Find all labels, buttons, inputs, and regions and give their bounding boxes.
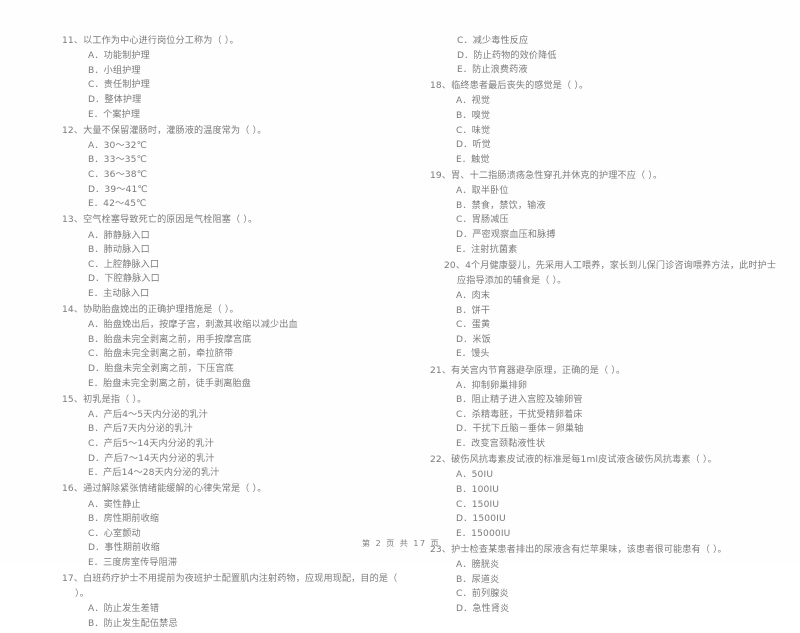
question-stem: 20、4个月健康婴儿，先采用人工喂养，家长到儿保门诊咨询喂养方法，此时护士应指导…: [444, 260, 777, 286]
option-c: C．胎盘未完全剥离之前，牵拉脐带: [88, 349, 234, 360]
option-c: C．上腔静脉入口: [88, 259, 160, 270]
option-c: C．味觉: [456, 125, 491, 136]
option-e: E．产后14～28天内分泌的乳汁: [88, 468, 220, 479]
option-a: A．肺静脉入口: [88, 230, 150, 241]
question-stem: 14、协助胎盘娩出的正确护理措施是（ ）。: [62, 305, 239, 316]
right-column: C．减少毒性反应 D．防止药物的效价降低 E．防止浪费药液 18、临终患者最后丧…: [430, 34, 778, 618]
option-b: B．小组护理: [88, 65, 141, 76]
question-stem: 16、通过解除紧张情绪能缓解的心律失常是（ ）。: [62, 484, 267, 495]
option-d: D．整体护理: [88, 94, 142, 105]
option-a: A．防止发生差错: [88, 604, 160, 615]
question-15: 15、初乳是指（ ）。 A．产后4～5天内分泌的乳汁 B．产后7天内分泌的乳汁 …: [62, 393, 402, 481]
option-a: A．窦性静止: [88, 499, 141, 510]
option-a: A．取半卧位: [456, 186, 509, 197]
option-b: B．饼干: [456, 305, 491, 316]
question-23: 23、护士检查某患者排出的尿液含有烂苹果味，该患者很可能患有（ ）。 A．膀胱炎…: [430, 543, 778, 617]
option-d: D．防止药物的效价降低: [457, 50, 557, 61]
question-21: 21、有关宫内节育器避孕原理，正确的是（ ）。 A．抑制卵巢排卵 B．阻止精子进…: [430, 364, 778, 452]
scanned-content: 11、以工作为中心进行岗位分工称为（ ）。 A．功能制护理 B．小组护理 C．责…: [62, 34, 776, 629]
exam-page: 11、以工作为中心进行岗位分工称为（ ）。 A．功能制护理 B．小组护理 C．责…: [0, 0, 800, 629]
option-c: C．蛋黄: [456, 320, 491, 331]
option-d: D．1500IU: [456, 514, 506, 525]
option-b: B．100IU: [456, 484, 500, 495]
question-17: 17、白班药疗护士不用提前为夜班护士配置肌内注射药物，应现用现配，目的是（ ）。…: [62, 572, 402, 632]
option-e: E．三度房室传导阻滞: [88, 557, 178, 568]
option-a: A．膀胱炎: [456, 560, 500, 571]
option-d: D．下腔静脉入口: [88, 274, 160, 285]
option-b: B．防止发生配伍禁忌: [88, 619, 178, 630]
option-e: E．注射抗菌素: [456, 244, 518, 255]
option-d: D．米饭: [456, 334, 491, 345]
option-a: A．视觉: [456, 96, 491, 107]
question-stem: 21、有关宫内节育器避孕原理，正确的是（ ）。: [430, 365, 626, 376]
option-a: A．50IU: [456, 470, 494, 481]
option-e: E．胎盘未完全剥离之前，徒手剥离胎盘: [88, 378, 252, 389]
option-d: D．干扰下丘脑－垂体－卵巢轴: [456, 424, 584, 435]
option-a: A．30～32℃: [88, 140, 147, 151]
option-e: E．防止浪费药液: [457, 65, 528, 76]
option-e: E．个案护理: [88, 109, 141, 120]
question-stem: 22、破伤风抗毒素皮试液的标准是每1ml皮试液含破伤风抗毒素（ ）。: [430, 455, 717, 466]
question-stem: 12、大量不保留灌肠时，灌肠液的温度常为（ ）。: [62, 125, 267, 136]
option-b: B．肺动脉入口: [88, 245, 150, 256]
question-17-continued: C．减少毒性反应 D．防止药物的效价降低 E．防止浪费药液: [430, 34, 778, 78]
option-c: C．产后5～14天内分泌的乳汁: [88, 439, 214, 450]
question-18: 18、临终患者最后丧失的感觉是（ ）。 A．视觉 B．嗅觉 C．味觉 D．听觉 …: [430, 79, 778, 167]
question-stem: 15、初乳是指（ ）。: [62, 394, 147, 405]
question-16: 16、通过解除紧张情绪能缓解的心律失常是（ ）。 A．窦性静止 B．房性期前收缩…: [62, 482, 402, 570]
option-a: A．胎盘娩出后，按摩子宫，刺激其收缩以减少出血: [88, 320, 298, 331]
option-a: A．产后4～5天内分泌的乳汁: [88, 409, 208, 420]
option-b: B．33～35℃: [88, 155, 147, 166]
option-c: C．减少毒性反应: [457, 36, 529, 46]
page-footer: 第 2 页 共 17 页: [361, 538, 441, 548]
option-b: B．嗅觉: [456, 111, 491, 122]
option-a: A．抑制卵巢排卵: [456, 380, 528, 391]
option-e: E．触觉: [456, 154, 490, 165]
question-stem: 17、白班药疗护士不用提前为夜班护士配置肌内注射药物，应现用现配，目的是（ ）。: [62, 574, 398, 600]
option-d: D．产后7～14天内分泌的乳汁: [88, 453, 215, 464]
option-c: C．前列腺炎: [456, 589, 509, 600]
option-b: B．阻止精子进入宫腔及输卵管: [456, 395, 583, 406]
option-e: E．馒头: [456, 349, 490, 360]
question-20: 20、4个月健康婴儿，先采用人工喂养，家长到儿保门诊咨询喂养方法，此时护士应指导…: [430, 259, 778, 362]
option-b: B．胎盘未完全剥离之前，用手按摩宫底: [88, 334, 252, 345]
question-stem: 19、胃、十二指肠溃疡急性穿孔并休克的护理不应（ ）。: [430, 170, 663, 181]
question-12: 12、大量不保留灌肠时，灌肠液的温度常为（ ）。 A．30～32℃ B．33～3…: [62, 124, 402, 212]
question-11: 11、以工作为中心进行岗位分工称为（ ）。 A．功能制护理 B．小组护理 C．责…: [62, 34, 402, 122]
option-b: B．产后7天内分泌的乳汁: [88, 424, 193, 435]
question-13: 13、空气栓塞导致死亡的原因是气栓阻塞（ ）。 A．肺静脉入口 B．肺动脉入口 …: [62, 213, 402, 301]
question-stem: 11、以工作为中心进行岗位分工称为（ ）。: [62, 36, 239, 46]
option-c: C．杀精毒胚，干扰受精卵着床: [456, 409, 583, 420]
option-b: B．房性期前收缩: [88, 514, 160, 525]
option-e: E．改变宫颈黏液性状: [456, 439, 546, 450]
option-d: D．胎盘未完全剥离之前，下压宫底: [88, 364, 234, 374]
option-c: C．责任制护理: [88, 80, 150, 91]
option-c: C．150IU: [456, 499, 500, 510]
option-a: A．肉末: [456, 291, 491, 302]
option-e: E．42～45℃: [88, 199, 147, 210]
question-stem: 18、临终患者最后丧失的感觉是（ ）。: [430, 81, 589, 92]
question-14: 14、协助胎盘娩出的正确护理措施是（ ）。 A．胎盘娩出后，按摩子宫，刺激其收缩…: [62, 303, 402, 391]
option-e: E．主动脉入口: [88, 288, 150, 299]
option-d: D．急性肾炎: [456, 603, 510, 614]
option-b: B．尿道炎: [456, 574, 500, 585]
option-d: D．听觉: [456, 140, 491, 151]
option-d: D．39～41℃: [88, 184, 148, 195]
question-stem: 13、空气栓塞导致死亡的原因是气栓阻塞（ ）。: [62, 215, 258, 226]
option-b: B．禁食，禁饮，输液: [456, 200, 546, 211]
option-a: A．功能制护理: [88, 51, 150, 62]
option-d: D．严密观察血压和脉搏: [456, 229, 556, 240]
option-c: C．胃肠减压: [456, 215, 509, 226]
question-22: 22、破伤风抗毒素皮试液的标准是每1ml皮试液含破伤风抗毒素（ ）。 A．50I…: [430, 453, 778, 541]
option-c: C．36～38℃: [88, 170, 148, 181]
question-19: 19、胃、十二指肠溃疡急性穿孔并休克的护理不应（ ）。 A．取半卧位 B．禁食，…: [430, 169, 778, 257]
